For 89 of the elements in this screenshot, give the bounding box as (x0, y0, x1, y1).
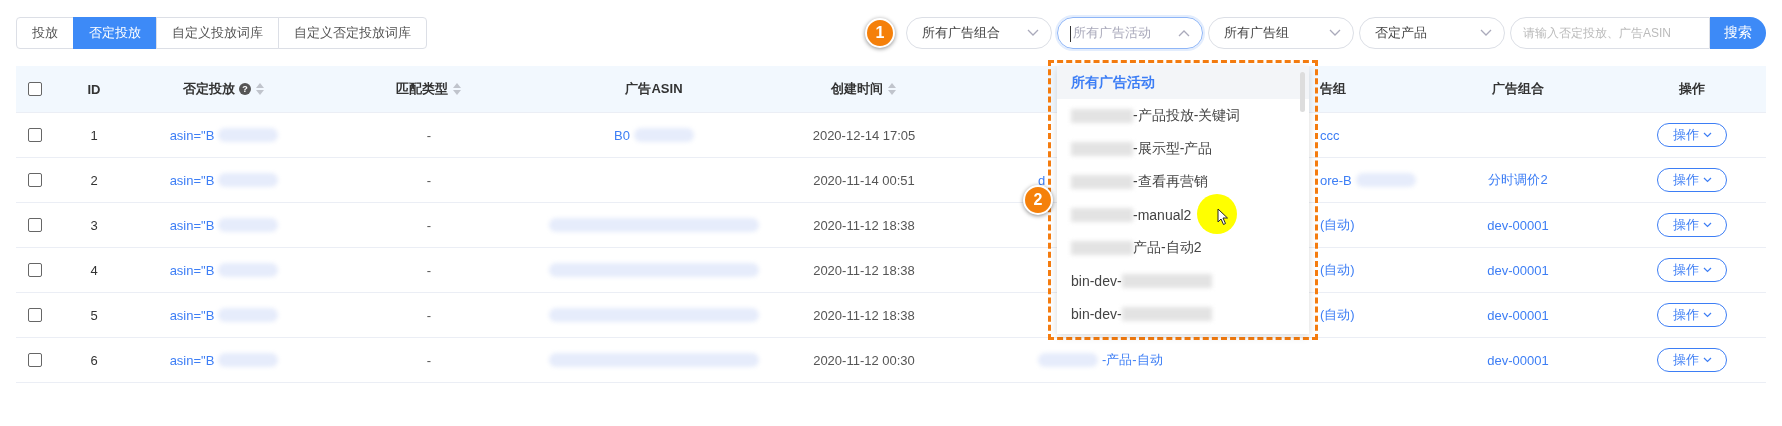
table-cell: - (426, 307, 432, 323)
select-dropdown[interactable]: 所有广告活动 (1057, 17, 1203, 49)
action-dropdown-button[interactable]: 操作 (1657, 348, 1727, 372)
dropdown-option[interactable]: -产品投放-关键词 (1057, 99, 1309, 132)
column-header: 告组 (1320, 80, 1346, 98)
table-link[interactable]: B0 (614, 127, 630, 143)
column-header: ID (87, 81, 101, 97)
table-link[interactable]: dev-00001 (1487, 217, 1549, 233)
table-link[interactable]: -产品-自动 (1102, 351, 1163, 369)
table-cell: - (426, 262, 432, 278)
column-header: 广告ASIN (625, 80, 683, 98)
row-checkbox[interactable] (28, 263, 42, 277)
table-link[interactable]: asin="B (169, 127, 215, 143)
tab[interactable]: 否定投放 (73, 17, 157, 49)
table-cell: 2020-11-12 00:30 (813, 352, 915, 368)
column-header: 广告组合 (1492, 80, 1544, 98)
dropdown-option[interactable]: -展示型-产品 (1057, 132, 1309, 165)
step-marker: 2 (1023, 185, 1053, 215)
action-dropdown-button[interactable]: 操作 (1657, 213, 1727, 237)
step-marker: 1 (865, 18, 895, 48)
chevron-icon (1027, 29, 1039, 37)
dropdown-option[interactable]: -查看再营销 (1057, 165, 1309, 198)
tab[interactable]: 自定义否定投放词库 (278, 17, 427, 49)
table-link[interactable]: dev-00001 (1487, 262, 1549, 278)
dropdown-option[interactable]: 产品-自动2 (1057, 231, 1309, 264)
row-id: 3 (90, 217, 98, 233)
row-id: 5 (90, 307, 98, 323)
table-link[interactable]: asin="B (169, 172, 215, 188)
chevron-icon (1480, 29, 1492, 37)
chevron-icon (1329, 29, 1341, 37)
row-checkbox[interactable] (28, 218, 42, 232)
table-link[interactable]: asin="B (169, 307, 215, 323)
row-id: 6 (90, 352, 98, 368)
chevron-icon (1702, 357, 1712, 363)
cursor-icon (1217, 208, 1229, 226)
table-link[interactable]: dev-00001 (1487, 352, 1549, 368)
search-button[interactable]: 搜索 (1710, 17, 1766, 49)
chevron-icon (1702, 267, 1712, 273)
table-cell: 2020-11-12 18:38 (813, 217, 915, 233)
dropdown-option[interactable]: bin-dev- (1057, 264, 1309, 297)
table-link[interactable]: asin="B (169, 217, 215, 233)
table-link[interactable]: (自动) (1320, 261, 1355, 279)
dropdown-option[interactable]: 所有广告活动 (1057, 66, 1309, 99)
table-link[interactable]: ccc (1320, 127, 1340, 143)
chevron-icon (1702, 177, 1712, 183)
row-id: 4 (90, 262, 98, 278)
action-dropdown-button[interactable]: 操作 (1657, 123, 1727, 147)
chevron-icon (1178, 29, 1190, 37)
action-dropdown-button[interactable]: 操作 (1657, 258, 1727, 282)
column-header: 否定投放 (183, 80, 235, 98)
column-header: 创建时间 (831, 80, 883, 98)
table-link[interactable]: 分时调价2 (1488, 171, 1548, 189)
chevron-icon (1702, 312, 1712, 318)
chevron-icon (1702, 222, 1712, 228)
table-cell: - (426, 217, 432, 233)
table-cell: 2020-11-14 00:51 (813, 172, 915, 188)
dropdown-option[interactable]: bin-dev- (1057, 297, 1309, 330)
row-checkbox[interactable] (28, 173, 42, 187)
row-checkbox[interactable] (28, 353, 42, 367)
table-link[interactable]: (自动) (1320, 306, 1355, 324)
table-cell: - (426, 172, 432, 188)
row-checkbox[interactable] (28, 308, 42, 322)
dropdown-option[interactable]: -manual2 (1057, 198, 1309, 231)
column-header: 操作 (1679, 80, 1705, 98)
select-all-checkbox[interactable] (28, 82, 42, 96)
chevron-icon (1702, 132, 1712, 138)
row-checkbox[interactable] (28, 128, 42, 142)
row-id: 1 (90, 127, 98, 143)
table-cell: - (426, 127, 432, 143)
table-cell: - (426, 352, 432, 368)
cursor-highlight (1197, 194, 1237, 234)
column-header: 匹配类型 (396, 80, 448, 98)
table-link[interactable]: dev-00001 (1487, 307, 1549, 323)
table-link[interactable]: ore-B (1320, 172, 1352, 188)
table-link[interactable]: (自动) (1320, 216, 1355, 234)
table-cell: 2020-12-14 17:05 (812, 127, 916, 143)
table-link[interactable]: asin="B (169, 262, 215, 278)
tab[interactable]: 投放 (16, 17, 74, 49)
help-icon: ? (239, 83, 251, 95)
tab[interactable]: 自定义投放词库 (156, 17, 279, 49)
search-field[interactable]: 请输入否定投放、广告ASIN (1510, 17, 1710, 49)
scrollbar[interactable] (1300, 72, 1305, 112)
row-id: 2 (90, 172, 98, 188)
table-cell: 2020-11-12 18:38 (813, 262, 915, 278)
action-dropdown-button[interactable]: 操作 (1657, 303, 1727, 327)
table-cell: 2020-11-12 18:38 (813, 307, 915, 323)
action-dropdown-button[interactable]: 操作 (1657, 168, 1727, 192)
table-link[interactable]: d (1038, 172, 1046, 188)
table-link[interactable]: asin="B (169, 352, 215, 368)
